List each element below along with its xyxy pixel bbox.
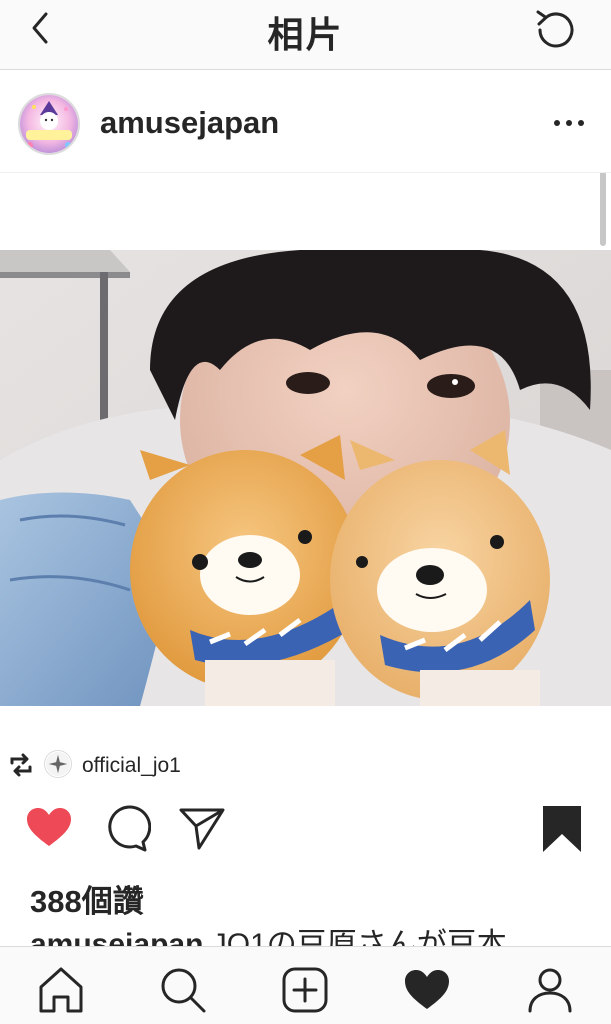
top-nav-bar: 相片 xyxy=(0,0,611,70)
search-icon[interactable] xyxy=(158,965,208,1015)
send-icon[interactable] xyxy=(177,804,227,854)
like-count[interactable]: 388個讚 xyxy=(30,876,144,921)
caption-text: JO1の豆原さんが豆本 xyxy=(211,928,507,948)
post-username[interactable]: amusejapan xyxy=(100,105,279,141)
post-photo[interactable] xyxy=(0,250,611,706)
page-title: 相片 xyxy=(267,15,344,56)
repost-icon xyxy=(10,753,32,777)
activity-heart-icon[interactable] xyxy=(402,965,452,1015)
refresh-icon[interactable] xyxy=(530,4,582,56)
post-header: amusejapan xyxy=(0,71,611,173)
home-icon[interactable] xyxy=(36,965,86,1015)
post-actions xyxy=(0,804,611,858)
profile-icon[interactable] xyxy=(525,965,575,1015)
new-post-icon[interactable] xyxy=(280,965,330,1015)
comment-icon[interactable] xyxy=(101,804,151,854)
post-caption: amusejapan JO1の豆原さんが豆本 xyxy=(30,926,590,948)
bottom-tab-bar xyxy=(0,946,611,1024)
bookmark-filled-icon[interactable] xyxy=(537,804,587,854)
caption-username[interactable]: amusejapan xyxy=(30,928,203,948)
repost-attribution: official_jo1 xyxy=(0,748,611,784)
repost-avatar[interactable] xyxy=(44,750,72,778)
heart-filled-icon[interactable] xyxy=(24,804,74,854)
repost-username[interactable]: official_jo1 xyxy=(82,754,181,778)
more-dots-icon[interactable] xyxy=(552,117,586,129)
avatar[interactable] xyxy=(18,93,80,155)
